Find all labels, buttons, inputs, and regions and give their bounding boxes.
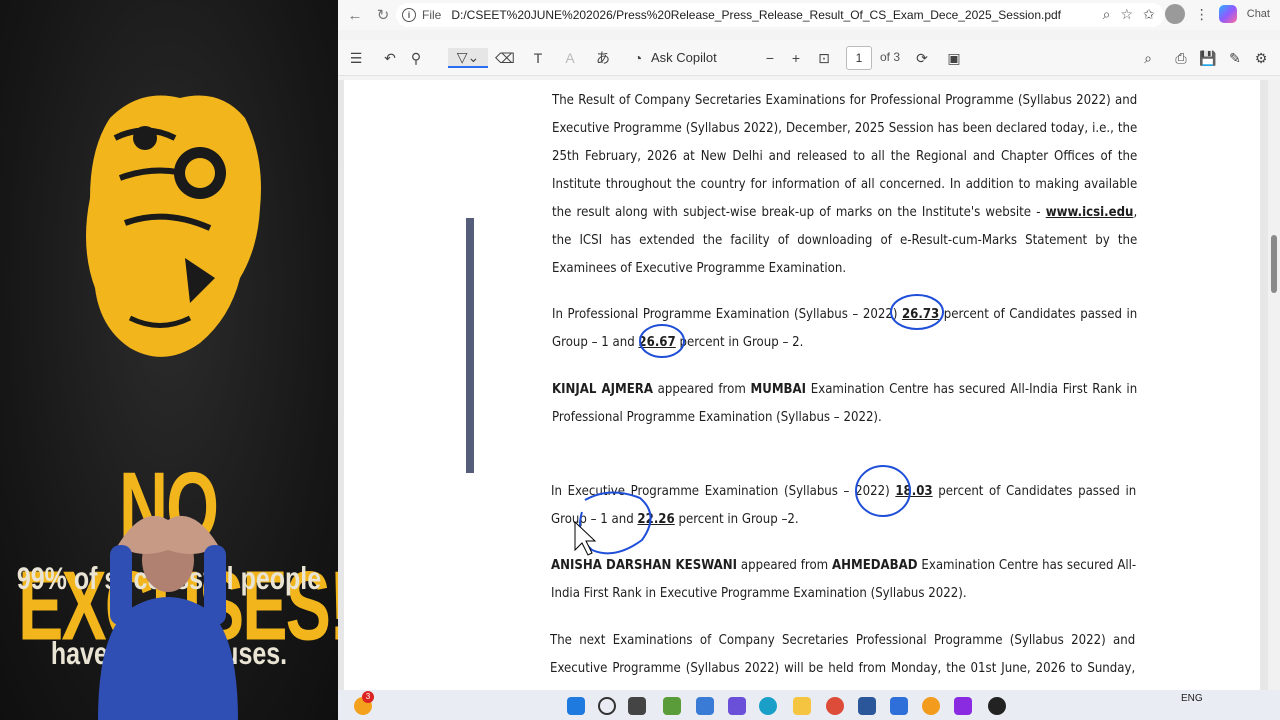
zoom-in-icon[interactable]: + — [786, 48, 806, 68]
para1-text: The Result of Company Secretaries Examin… — [552, 93, 1138, 220]
pdf-page: The Result of Company Secretaries Examin… — [344, 80, 1260, 704]
print-icon[interactable]: ⎙ — [1171, 48, 1191, 68]
screen: NO EXCUSES! 99% of successful people who… — [0, 0, 1280, 720]
topper1-name: KINJAL AJMERA — [552, 382, 653, 397]
page-count-label: of 3 — [880, 50, 901, 64]
favorite-star-icon[interactable]: ☆ — [1120, 6, 1133, 23]
paragraph-executive-topper: ANISHA DARSHAN KESWANI appeared from AHM… — [551, 552, 1136, 608]
topper1-city: MUMBAI — [750, 382, 807, 397]
search-icon[interactable]: ⌕ — [1138, 48, 1158, 68]
app-icon-4[interactable] — [890, 697, 908, 715]
zoom-icon[interactable]: ⌕ — [1103, 6, 1111, 23]
para2-text-a: In Professional Programme Examination (S… — [552, 307, 898, 322]
vertical-scrollbar[interactable] — [1268, 80, 1280, 690]
favorites-list-icon[interactable]: ✩ — [1143, 6, 1155, 23]
app-icon-3[interactable] — [858, 697, 876, 715]
para2-text-c: percent in Group – 2. — [679, 335, 804, 350]
app-icon-1[interactable] — [663, 697, 681, 715]
exec-group2-percent: 22.26 — [637, 512, 675, 527]
task-view-icon[interactable] — [628, 697, 646, 715]
scrollbar-thumb[interactable] — [1271, 235, 1277, 293]
exec-group1-percent: 18.03 — [895, 484, 933, 499]
url-text[interactable]: D:/CSEET%20JUNE%202026/Press%20Release_P… — [451, 8, 1061, 22]
para5-text-a: appeared from — [740, 558, 829, 573]
settings-icon[interactable]: ⚙ — [1251, 48, 1271, 68]
chrome-icon[interactable] — [826, 697, 844, 715]
text-box-icon[interactable]: T — [528, 48, 548, 68]
notification-badge: 3 — [362, 691, 374, 703]
paragraph-professional-result: In Professional Programme Examination (S… — [552, 301, 1137, 357]
app-icon-5[interactable] — [922, 697, 940, 715]
paragraph-professional-topper: KINJAL AJMERA appeared from MUMBAI Exami… — [552, 376, 1137, 432]
pdf-toolbar: ☰ ↶ ⚲ ▽⌄ ⌫ T A あ ◔ Ask Copilot − + ⊡ 1 o… — [338, 40, 1280, 76]
teams-icon[interactable] — [728, 697, 746, 715]
highlight-icon[interactable]: ⚲ — [406, 48, 426, 68]
app-icon-6[interactable] — [954, 697, 972, 715]
prof-group1-percent: 26.73 — [901, 307, 940, 322]
paragraph-executive-result: In Executive Programme Examination (Syll… — [551, 478, 1136, 534]
page-side-bar — [466, 218, 474, 473]
presenter-webcam — [98, 515, 238, 720]
app-icon-2[interactable] — [696, 697, 714, 715]
url-bar[interactable]: i File D:/CSEET%20JUNE%202026/Press%20Re… — [396, 3, 1164, 27]
contents-list-icon[interactable]: ☰ — [346, 48, 366, 68]
page-view-icon[interactable]: ▣ — [944, 48, 964, 68]
ask-copilot-button[interactable]: Ask Copilot — [651, 50, 717, 65]
edge-icon[interactable] — [759, 697, 777, 715]
back-icon[interactable]: ← — [344, 4, 366, 26]
file-explorer-icon[interactable] — [793, 697, 811, 715]
rotate-icon[interactable]: ⟳ — [912, 48, 932, 68]
page-number-input[interactable]: 1 — [846, 46, 872, 70]
pointing-fist-illustration — [86, 95, 261, 357]
copilot-icon[interactable] — [1218, 5, 1237, 23]
font-icon[interactable]: A — [560, 48, 580, 68]
start-icon[interactable] — [567, 697, 585, 715]
url-scheme-label: File — [422, 8, 442, 22]
browser-window: ← ↻ i File D:/CSEET%20JUNE%202026/Press%… — [338, 0, 1280, 720]
draw-pen-icon[interactable]: ▽⌄ — [448, 48, 488, 68]
copilot-pdf-icon[interactable]: ◔ — [628, 48, 648, 68]
pdf-viewer-area[interactable]: The Result of Company Secretaries Examin… — [338, 80, 1268, 704]
app-icon-7[interactable] — [988, 697, 1006, 715]
more-menu-icon[interactable]: ⋮ — [1195, 6, 1209, 23]
search-taskbar-icon[interactable] — [598, 697, 616, 715]
icsi-website-link[interactable]: www.icsi.edu — [1046, 205, 1134, 220]
fit-page-icon[interactable]: ⊡ — [814, 48, 834, 68]
eraser-icon[interactable]: ⌫ — [495, 48, 515, 68]
topper2-name: ANISHA DARSHAN KESWANI — [551, 558, 738, 573]
profile-avatar[interactable] — [1164, 4, 1185, 24]
undo-icon[interactable]: ↶ — [380, 48, 400, 68]
address-bar-row: ← ↻ i File D:/CSEET%20JUNE%202026/Press%… — [338, 0, 1280, 30]
motivational-poster: NO EXCUSES! 99% of successful people who… — [0, 0, 338, 720]
info-icon[interactable]: i — [402, 8, 416, 22]
prof-group2-percent: 26.67 — [638, 335, 676, 350]
zoom-out-icon[interactable]: − — [760, 48, 780, 68]
read-aloud-icon[interactable]: あ — [593, 48, 613, 68]
topper2-city: AHMEDABAD — [831, 558, 918, 573]
language-indicator[interactable]: ENG — [1181, 693, 1203, 704]
para4-text-a: In Executive Programme Examination (Syll… — [551, 484, 890, 499]
save-as-icon[interactable]: ✎ — [1225, 48, 1245, 68]
para4-text-c: percent in Group –2. — [678, 512, 799, 527]
address-bar-actions: ⌕ ☆ ✩ ⋮ Chat — [1103, 4, 1270, 24]
refresh-icon[interactable]: ↻ — [372, 4, 394, 26]
save-icon[interactable]: 💾 — [1198, 48, 1218, 68]
chat-label[interactable]: Chat — [1247, 8, 1270, 20]
paragraph-result-declared: The Result of Company Secretaries Examin… — [552, 87, 1137, 283]
para3-text-a: appeared from — [657, 382, 746, 397]
windows-taskbar: 3 ENG — [338, 690, 1280, 720]
